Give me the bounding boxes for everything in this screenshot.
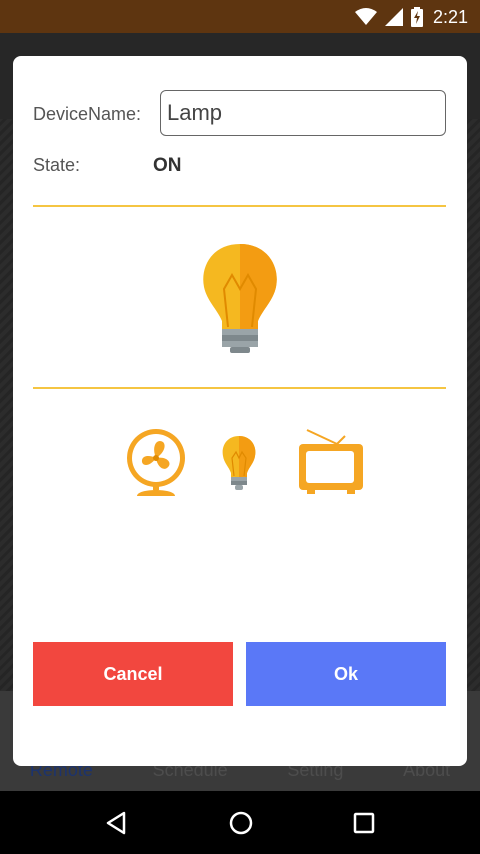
selected-lightbulb-icon bbox=[203, 244, 277, 353]
device-name-label: DeviceName: bbox=[33, 104, 142, 124]
fan-icon[interactable] bbox=[123, 428, 189, 496]
lightbulb-icon[interactable] bbox=[217, 434, 261, 492]
signal-icon bbox=[384, 8, 403, 26]
tv-icon[interactable] bbox=[297, 428, 365, 494]
device-name-input[interactable] bbox=[160, 90, 446, 136]
recents-icon[interactable] bbox=[352, 811, 376, 835]
wifi-icon bbox=[354, 8, 377, 25]
battery-charging-icon bbox=[410, 7, 423, 27]
ok-button[interactable]: Ok bbox=[246, 642, 446, 706]
state-label: State: bbox=[33, 155, 81, 175]
status-time: 2:21 bbox=[432, 6, 468, 27]
device-dialog: DeviceName: State: ON bbox=[13, 56, 467, 766]
status-icons: 2:21 bbox=[354, 6, 468, 28]
back-icon[interactable] bbox=[104, 810, 130, 836]
home-icon[interactable] bbox=[228, 810, 254, 836]
divider-bottom bbox=[33, 387, 446, 389]
divider-top bbox=[33, 205, 446, 207]
cancel-button[interactable]: Cancel bbox=[33, 642, 233, 706]
system-nav-bar bbox=[0, 791, 480, 854]
status-bar: 2:21 bbox=[0, 0, 480, 33]
state-value: ON bbox=[153, 155, 182, 176]
